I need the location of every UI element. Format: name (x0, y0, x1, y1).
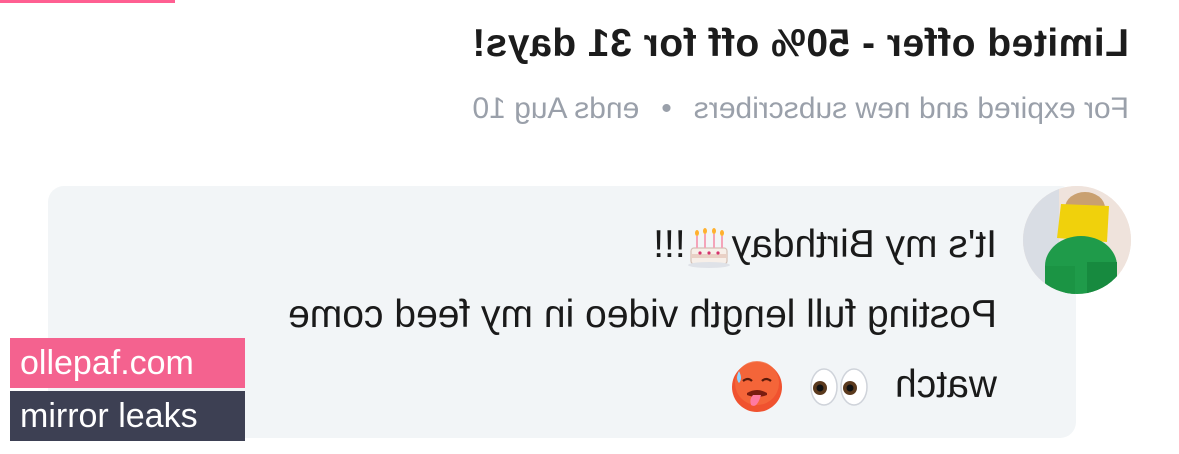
offer-subtitle: For expired and new subscribers • ends Aug… (472, 92, 1129, 126)
message-line-2: Posting full length video in my feed com… (288, 293, 997, 336)
message-exclamations: !!! (653, 223, 686, 266)
hot-face-icon (729, 359, 785, 415)
message-line-1: It's my Birthday !!! (117, 210, 997, 280)
page: Limited offer - 50% off for 31 days! For… (0, 0, 1179, 454)
birthday-cake-icon (686, 224, 732, 270)
eyes-icon (808, 366, 870, 408)
offer-ends: ends Aug 10 (472, 92, 640, 125)
offer-title: Limited offer - 50% off for 31 days! (471, 22, 1129, 65)
avatar[interactable] (1023, 186, 1131, 294)
tab-indicator (0, 0, 175, 3)
watermark-tagline: mirror leaks (10, 391, 245, 441)
avatar-image (1023, 186, 1131, 294)
watermark-site: ollepaf.com (10, 338, 245, 388)
message-line-3: watch (117, 350, 997, 420)
offer-audience: For expired and new subscribers (693, 92, 1129, 125)
separator-dot: • (661, 92, 672, 125)
message-watch-text: watch (895, 363, 997, 406)
message-birthday-text: It's my Birthday (731, 223, 997, 266)
message-text: It's my Birthday !!! Posting full length… (117, 210, 997, 420)
